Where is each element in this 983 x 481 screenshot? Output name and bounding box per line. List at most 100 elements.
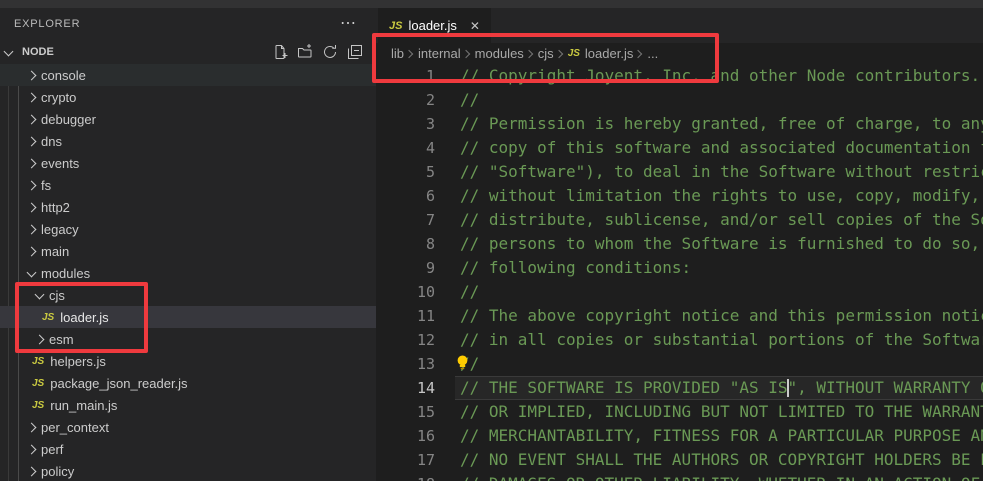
line-number[interactable]: 16 — [376, 424, 435, 448]
close-icon[interactable]: ✕ — [470, 19, 480, 33]
chevron-separator-icon — [405, 49, 413, 57]
line-number[interactable]: 2 — [376, 88, 435, 112]
tree-item-debugger[interactable]: debugger — [0, 108, 376, 130]
code-line[interactable]: 6 // without limitation the rights to us… — [376, 184, 983, 208]
line-number[interactable]: 11 — [376, 304, 435, 328]
code-text: // The above copyright notice and this p… — [455, 304, 983, 328]
more-actions-icon[interactable]: ⋯ — [340, 19, 356, 29]
tree-item-loader-js[interactable]: JS loader.js — [0, 306, 376, 328]
tree-item-label: package_json_reader.js — [50, 376, 187, 391]
code-line[interactable]: 8 // persons to whom the Software is fur… — [376, 232, 983, 256]
breadcrumb-item-[interactable]: ... — [647, 46, 658, 61]
code-line[interactable]: 18 // DAMAGES OR OTHER LIABILITY, WHETHE… — [376, 472, 983, 481]
tree-item-http2[interactable]: http2 — [0, 196, 376, 218]
tree-item-per-context[interactable]: per_context — [0, 416, 376, 438]
js-file-icon: JS — [32, 378, 44, 389]
js-file-icon: JS — [389, 20, 402, 32]
new-folder-icon[interactable] — [297, 44, 313, 60]
explorer-sidebar: EXPLORER ⋯ NODE console crypto debugger — [0, 8, 376, 481]
tree-item-package-json-reader-js[interactable]: JS package_json_reader.js — [0, 372, 376, 394]
code-text: // without limitation the rights to use,… — [455, 184, 983, 208]
line-number[interactable]: 14 — [376, 376, 435, 400]
tree-item-crypto[interactable]: crypto — [0, 86, 376, 108]
code-text: // persons to whom the Software is furni… — [455, 232, 983, 256]
tree-item-label: per_context — [41, 420, 109, 435]
tree-item-run-main-js[interactable]: JS run_main.js — [0, 394, 376, 416]
code-line[interactable]: 17 // NO EVENT SHALL THE AUTHORS OR COPY… — [376, 448, 983, 472]
quick-fix-lightbulb-icon[interactable] — [454, 354, 471, 372]
chevron-right-icon — [27, 92, 37, 102]
chevron-down-icon — [27, 267, 37, 277]
tree-item-cjs[interactable]: cjs — [0, 284, 376, 306]
code-line[interactable]: 1 // Copyright Joyent, Inc. and other No… — [376, 64, 983, 88]
line-number[interactable]: 17 — [376, 448, 435, 472]
line-number[interactable]: 18 — [376, 472, 435, 481]
breadcrumb-item-lib[interactable]: lib — [391, 46, 404, 61]
code-line[interactable]: 7 // distribute, sublicense, and/or sell… — [376, 208, 983, 232]
file-tree: console crypto debugger dns events fs ht… — [0, 64, 376, 481]
code-text: // — [455, 88, 983, 112]
line-number[interactable]: 7 — [376, 208, 435, 232]
line-number[interactable]: 10 — [376, 280, 435, 304]
code-editor[interactable]: 1 // Copyright Joyent, Inc. and other No… — [376, 64, 983, 481]
code-line[interactable]: 3 // Permission is hereby granted, free … — [376, 112, 983, 136]
tree-item-helpers-js[interactable]: JS helpers.js — [0, 350, 376, 372]
code-text: // Copyright Joyent, Inc. and other Node… — [455, 64, 983, 88]
collapse-all-icon[interactable] — [347, 44, 363, 60]
js-file-icon: JS — [32, 356, 44, 367]
tab-loader-js[interactable]: JS loader.js ✕ — [378, 8, 491, 43]
refresh-icon[interactable] — [322, 44, 338, 60]
line-number[interactable]: 1 — [376, 64, 435, 88]
code-line[interactable]: 14 // THE SOFTWARE IS PROVIDED "AS IS", … — [376, 376, 983, 400]
explorer-header: EXPLORER ⋯ — [0, 8, 376, 40]
chevron-down-icon — [4, 46, 14, 56]
code-line[interactable]: 9 // following conditions: — [376, 256, 983, 280]
code-line[interactable]: 11 // The above copyright notice and thi… — [376, 304, 983, 328]
tree-item-label: main — [41, 244, 69, 259]
tree-item-modules[interactable]: modules — [0, 262, 376, 284]
tree-item-label: esm — [49, 332, 74, 347]
code-line[interactable]: 5 // "Software"), to deal in the Softwar… — [376, 160, 983, 184]
tree-item-label: console — [41, 68, 86, 83]
line-number[interactable]: 6 — [376, 184, 435, 208]
breadcrumb-item-loader-js[interactable]: JSloader.js — [568, 46, 634, 61]
line-number[interactable]: 9 — [376, 256, 435, 280]
chevron-separator-icon — [525, 49, 533, 57]
line-number[interactable]: 12 — [376, 328, 435, 352]
line-number[interactable]: 8 — [376, 232, 435, 256]
line-number[interactable]: 5 — [376, 160, 435, 184]
tree-item-fs[interactable]: fs — [0, 174, 376, 196]
chevron-right-icon — [27, 444, 37, 454]
tree-item-label: legacy — [41, 222, 79, 237]
tree-item-esm[interactable]: esm — [0, 328, 376, 350]
tree-item-label: events — [41, 156, 79, 171]
breadcrumb-item-modules[interactable]: modules — [475, 46, 524, 61]
line-number[interactable]: 3 — [376, 112, 435, 136]
line-number[interactable]: 13 — [376, 352, 435, 376]
code-line[interactable]: 12 // in all copies or substantial porti… — [376, 328, 983, 352]
tree-item-main[interactable]: main — [0, 240, 376, 262]
new-file-icon[interactable] — [272, 44, 288, 60]
chevron-separator-icon — [461, 49, 469, 57]
section-actions — [272, 44, 363, 60]
code-text: // — [455, 352, 983, 376]
tree-item-perf[interactable]: perf — [0, 438, 376, 460]
tree-item-label: dns — [41, 134, 62, 149]
tree-item-console[interactable]: console — [0, 64, 376, 86]
node-section-title: NODE — [22, 46, 54, 58]
code-line[interactable]: 16 // MERCHANTABILITY, FITNESS FOR A PAR… — [376, 424, 983, 448]
tree-item-events[interactable]: events — [0, 152, 376, 174]
code-line[interactable]: 4 // copy of this software and associate… — [376, 136, 983, 160]
breadcrumb-item-internal[interactable]: internal — [418, 46, 461, 61]
code-text: // "Software"), to deal in the Software … — [455, 160, 983, 184]
tree-item-policy[interactable]: policy — [0, 460, 376, 481]
tree-item-legacy[interactable]: legacy — [0, 218, 376, 240]
node-section-header[interactable]: NODE — [0, 40, 376, 64]
breadcrumb-item-cjs[interactable]: cjs — [538, 46, 554, 61]
line-number[interactable]: 15 — [376, 400, 435, 424]
line-number[interactable]: 4 — [376, 136, 435, 160]
code-line[interactable]: 2 // — [376, 88, 983, 112]
tree-item-dns[interactable]: dns — [0, 130, 376, 152]
code-line[interactable]: 10 // — [376, 280, 983, 304]
code-line[interactable]: 15 // OR IMPLIED, INCLUDING BUT NOT LIMI… — [376, 400, 983, 424]
